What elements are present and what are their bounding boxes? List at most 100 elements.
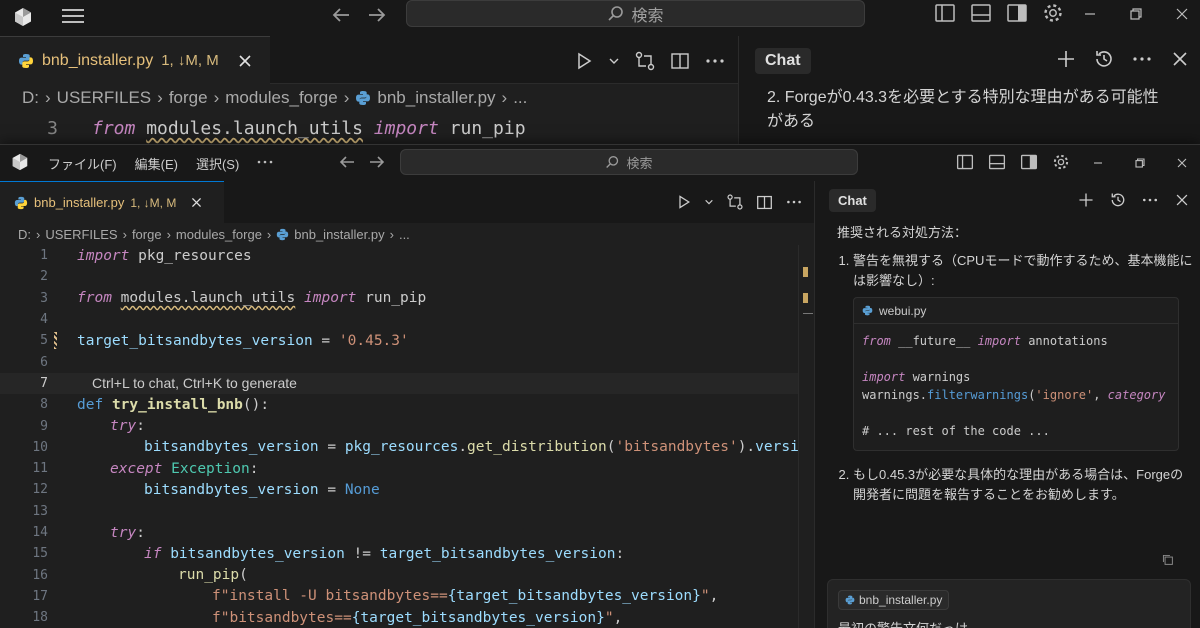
back-arrow-icon[interactable] xyxy=(330,4,352,26)
compare-changes-icon[interactable] xyxy=(634,50,656,72)
run-icon[interactable] xyxy=(676,194,692,210)
breadcrumb-item[interactable]: ... xyxy=(513,88,527,108)
code-block-filename[interactable]: webui.py xyxy=(879,301,926,321)
editor-tab[interactable]: bnb_installer.py 1, ↓M, M xyxy=(0,36,270,84)
toggle-sidebar-icon[interactable] xyxy=(934,2,956,24)
toggle-secondary-sidebar-icon[interactable] xyxy=(1020,153,1038,171)
menu-edit[interactable]: 編集(E) xyxy=(135,154,178,173)
code-text: from modules.launch_utils import run_pip xyxy=(77,290,427,307)
forward-arrow-icon[interactable] xyxy=(366,4,388,26)
minimize-icon[interactable] xyxy=(1080,4,1100,24)
toggle-secondary-sidebar-icon[interactable] xyxy=(1006,2,1028,24)
code-line: 11 except Exception: xyxy=(0,458,798,479)
more-actions-icon[interactable] xyxy=(785,194,803,210)
copy-icon[interactable] xyxy=(1161,553,1174,566)
python-file-icon xyxy=(845,595,855,605)
new-chat-plus-icon[interactable] xyxy=(1077,191,1095,209)
chevron-down-icon[interactable] xyxy=(704,197,714,207)
breadcrumb-item[interactable]: D: xyxy=(22,88,39,108)
menu-selection[interactable]: 選択(S) xyxy=(196,154,239,173)
attached-file-chip[interactable]: bnb_installer.py xyxy=(838,590,950,610)
compare-changes-icon[interactable] xyxy=(726,193,744,211)
settings-gear-icon[interactable] xyxy=(1042,2,1064,24)
breadcrumb-item[interactable]: USERFILES xyxy=(45,227,117,242)
breadcrumb-item[interactable]: bnb_installer.py xyxy=(377,88,495,108)
run-icon[interactable] xyxy=(574,51,594,71)
code-editor[interactable]: 1 import pkg_resources 2 3 from modules.… xyxy=(0,245,814,628)
python-file-icon xyxy=(18,53,34,69)
layout-controls xyxy=(956,153,1070,171)
chat-title[interactable]: Chat xyxy=(829,189,876,212)
editor-scrollbar[interactable] xyxy=(798,245,814,628)
code-text: run_pip( xyxy=(178,567,248,584)
breadcrumb: D: › USERFILES › forge › modules_forge › bnb… xyxy=(22,88,528,108)
breadcrumb-item[interactable]: modules_forge xyxy=(176,227,262,242)
split-editor-icon[interactable] xyxy=(756,194,773,211)
close-window-icon[interactable] xyxy=(1174,155,1190,171)
back-arrow-icon[interactable] xyxy=(338,153,356,171)
new-chat-plus-icon[interactable] xyxy=(1055,48,1077,70)
code-line: 15 if bitsandbytes_version != target_bit… xyxy=(0,543,798,564)
current-code-line: 7 Ctrl+L to chat, Ctrl+K to generate xyxy=(0,372,798,395)
restore-icon[interactable] xyxy=(1132,155,1148,171)
code-text: bitsandbytes_version = None xyxy=(144,481,380,498)
breadcrumb-item[interactable]: forge xyxy=(132,227,162,242)
minimize-icon[interactable] xyxy=(1090,155,1106,171)
toggle-sidebar-icon[interactable] xyxy=(956,153,974,171)
close-tab-icon[interactable] xyxy=(190,196,203,209)
split-editor-icon[interactable] xyxy=(670,51,690,71)
code-text: try: xyxy=(110,418,145,435)
line-number: 18 xyxy=(32,610,48,626)
user-message-text: 最初の警告文何だっけ xyxy=(838,618,968,628)
more-actions-icon[interactable] xyxy=(1131,48,1153,70)
chat-list-item: もし0.45.3が必要な具体的な理由がある場合は、Forgeの開発者に問題を報告… xyxy=(853,465,1193,505)
command-search[interactable]: 検索 xyxy=(400,149,858,175)
chevron-down-icon[interactable] xyxy=(608,55,620,67)
restore-icon[interactable] xyxy=(1126,4,1146,24)
code-text: def try_install_bnb(): xyxy=(77,396,270,413)
chat-toolbar xyxy=(1055,48,1191,70)
breadcrumb-item[interactable]: D: xyxy=(18,227,31,242)
close-window-icon[interactable] xyxy=(1172,4,1192,24)
code-text: target_bitsandbytes_version = '0.45.3' xyxy=(77,332,409,349)
menu-icon[interactable] xyxy=(60,6,86,26)
menu-file[interactable]: ファイル(F) xyxy=(48,154,117,173)
code-line: 8 def try_install_bnb(): xyxy=(0,394,798,415)
breadcrumb-item[interactable]: USERFILES xyxy=(57,88,151,108)
line-number: 1 xyxy=(40,248,48,264)
breadcrumb-item[interactable]: forge xyxy=(169,88,208,108)
breadcrumb-item[interactable]: modules_forge xyxy=(225,88,337,108)
more-actions-icon[interactable] xyxy=(1141,191,1159,209)
menu-more-icon[interactable] xyxy=(256,153,274,171)
code-line: 1 import pkg_resources xyxy=(0,245,798,266)
list-text: Forgeが0.43.3を必要とする特別な理由がある可能性がある xyxy=(767,89,1159,130)
command-search[interactable]: 検索 xyxy=(406,0,865,27)
code-line: 5 target_bitsandbytes_version = '0.45.3' xyxy=(0,330,798,351)
close-tab-icon[interactable] xyxy=(237,53,253,69)
line-number: 11 xyxy=(32,461,48,477)
breadcrumb-item[interactable]: ... xyxy=(399,227,410,242)
editor-tab[interactable]: bnb_installer.py 1, ↓M, M xyxy=(0,181,224,223)
forward-arrow-icon[interactable] xyxy=(368,153,386,171)
code-line: 16 run_pip( xyxy=(0,565,798,586)
toggle-panel-icon[interactable] xyxy=(970,2,992,24)
close-chat-icon[interactable] xyxy=(1173,191,1191,209)
settings-gear-icon[interactable] xyxy=(1052,153,1070,171)
code-line: 4 xyxy=(0,309,798,330)
line-number: 5 xyxy=(40,333,48,349)
line-number: 4 xyxy=(40,312,48,328)
history-icon[interactable] xyxy=(1093,48,1115,70)
code-line: 2 xyxy=(0,266,798,287)
chat-title[interactable]: Chat xyxy=(755,48,811,74)
search-placeholder: 検索 xyxy=(626,155,653,171)
history-icon[interactable] xyxy=(1109,191,1127,209)
user-message[interactable]: bnb_installer.py 最初の警告文何だっけ xyxy=(827,579,1191,628)
more-actions-icon[interactable] xyxy=(704,51,726,71)
close-chat-icon[interactable] xyxy=(1169,48,1191,70)
tab-status: 1, ↓M, M xyxy=(161,52,219,69)
app-logo-icon xyxy=(12,6,34,28)
breadcrumb-item[interactable]: bnb_installer.py xyxy=(294,227,384,242)
toggle-panel-icon[interactable] xyxy=(988,153,1006,171)
tab-filename: bnb_installer.py xyxy=(34,195,125,210)
code-block-header: webui.py xyxy=(854,298,1178,324)
